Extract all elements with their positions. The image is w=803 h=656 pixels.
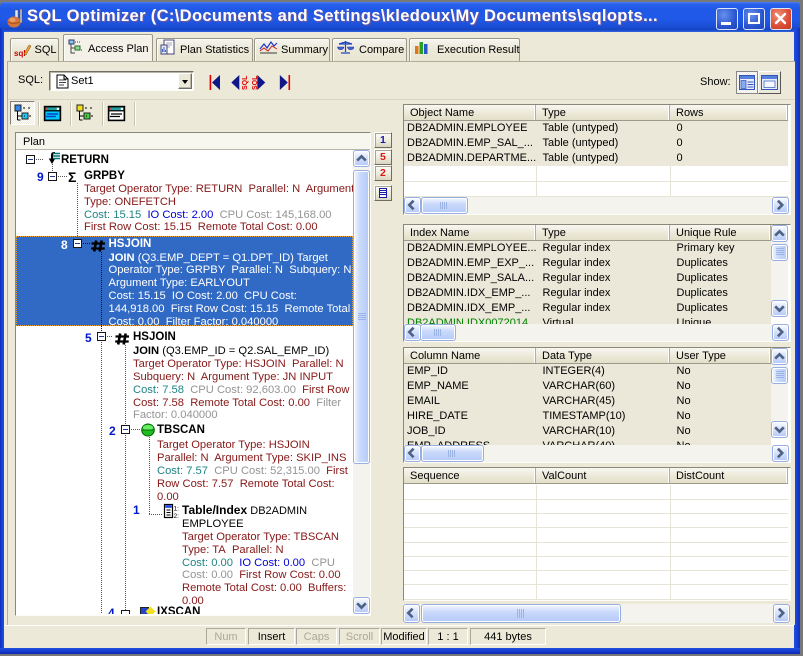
svg-text:sql: sql	[14, 49, 26, 58]
svg-text:1:: 1:	[174, 506, 180, 513]
svg-text:SQL: SQL	[242, 75, 249, 90]
svg-text:2:: 2:	[174, 513, 180, 519]
